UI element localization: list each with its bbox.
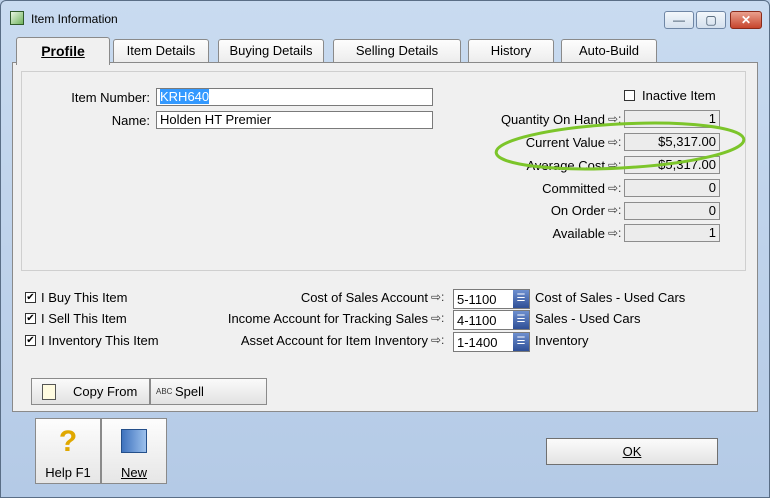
- client-area: Profile Item Details Buying Details Sell…: [10, 35, 759, 485]
- tab-strip: Profile Item Details Buying Details Sell…: [16, 37, 756, 65]
- spell-check-icon: ABC: [156, 387, 173, 396]
- item-number-label: Item Number:: [71, 90, 150, 105]
- spell-label: Spell: [175, 384, 204, 399]
- tab-auto-build[interactable]: Auto-Build: [561, 39, 657, 63]
- inventory-item-label: I Inventory This Item: [41, 333, 159, 348]
- income-account-code: 4-1100: [457, 313, 497, 328]
- inventory-item-checkbox[interactable]: ✔: [25, 335, 36, 346]
- help-button[interactable]: ? Help F1: [35, 418, 101, 484]
- item-number-field[interactable]: KRH640: [156, 88, 433, 106]
- item-info-group: Item Number: KRH640 Name: Holden HT Prem…: [21, 71, 746, 271]
- committed-arrow[interactable]: ⇨:: [608, 181, 621, 195]
- copy-from-label: Copy From: [73, 384, 138, 399]
- asset-account-label: Asset Account for Item Inventory: [240, 333, 428, 348]
- income-account-arrow[interactable]: ⇨:: [431, 311, 444, 325]
- inactive-item-checkbox[interactable]: [624, 90, 635, 101]
- sell-item-checkbox[interactable]: ✔: [25, 313, 36, 324]
- cost-of-sales-label: Cost of Sales Account: [300, 290, 428, 305]
- asset-account-name: Inventory: [535, 333, 589, 348]
- maximize-button[interactable]: ▢: [696, 11, 726, 29]
- minimize-button[interactable]: —: [664, 11, 694, 29]
- tab-profile[interactable]: Profile: [16, 37, 110, 65]
- tab-buying-details[interactable]: Buying Details: [218, 39, 324, 63]
- close-button[interactable]: ✕: [730, 11, 762, 29]
- income-account-name: Sales - Used Cars: [535, 311, 641, 326]
- on-order-label: On Order: [550, 203, 605, 218]
- new-label: New: [120, 465, 147, 480]
- inactive-item-label: Inactive Item: [642, 88, 716, 103]
- window-title: Item Information: [31, 12, 118, 26]
- account-list-icon[interactable]: ☰: [513, 290, 529, 308]
- help-icon: ?: [58, 425, 78, 458]
- asset-account-field[interactable]: 1-1400 ☰: [453, 332, 530, 352]
- cost-of-sales-arrow[interactable]: ⇨:: [431, 290, 444, 304]
- profile-panel: Item Number: KRH640 Name: Holden HT Prem…: [12, 62, 758, 412]
- help-label: Help F1: [45, 465, 91, 480]
- income-account-field[interactable]: 4-1100 ☰: [453, 310, 530, 330]
- tab-selling-details[interactable]: Selling Details: [333, 39, 461, 63]
- new-button[interactable]: New: [101, 418, 167, 484]
- committed-label: Committed: [542, 181, 605, 196]
- name-label: Name:: [111, 113, 150, 128]
- cost-of-sales-code: 5-1100: [457, 292, 497, 307]
- sell-item-label: I Sell This Item: [41, 311, 127, 326]
- asset-account-code: 1-1400: [457, 335, 498, 350]
- cost-of-sales-account-field[interactable]: 5-1100 ☰: [453, 289, 530, 309]
- copy-from-button[interactable]: Copy From: [31, 378, 150, 405]
- cost-of-sales-account-name: Cost of Sales - Used Cars: [535, 290, 686, 305]
- tab-history[interactable]: History: [468, 39, 554, 63]
- spell-button[interactable]: ABC Spell: [150, 378, 267, 405]
- income-account-label: Income Account for Tracking Sales: [227, 311, 428, 326]
- title-bar[interactable]: Item Information — ▢ ✕: [1, 1, 769, 35]
- copy-icon: [42, 384, 56, 400]
- buy-item-checkbox[interactable]: ✔: [25, 292, 36, 303]
- account-list-icon[interactable]: ☰: [513, 333, 529, 351]
- committed-value: 0: [624, 179, 720, 197]
- available-label: Available: [552, 226, 605, 241]
- app-icon: [10, 11, 24, 25]
- new-record-icon: [121, 429, 147, 453]
- available-value: 1: [624, 224, 720, 242]
- account-list-icon[interactable]: ☰: [513, 311, 529, 329]
- buy-item-label: I Buy This Item: [41, 290, 128, 305]
- name-field[interactable]: Holden HT Premier: [156, 111, 433, 129]
- available-arrow[interactable]: ⇨:: [608, 226, 621, 240]
- asset-account-arrow[interactable]: ⇨:: [431, 333, 444, 347]
- tab-item-details[interactable]: Item Details: [113, 39, 209, 63]
- ok-button[interactable]: OK: [546, 438, 718, 465]
- on-order-value: 0: [624, 202, 720, 220]
- on-order-arrow[interactable]: ⇨:: [608, 203, 621, 217]
- item-information-window: Item Information — ▢ ✕ Profile Item Deta…: [0, 0, 770, 498]
- highlight-ellipse: [494, 121, 746, 171]
